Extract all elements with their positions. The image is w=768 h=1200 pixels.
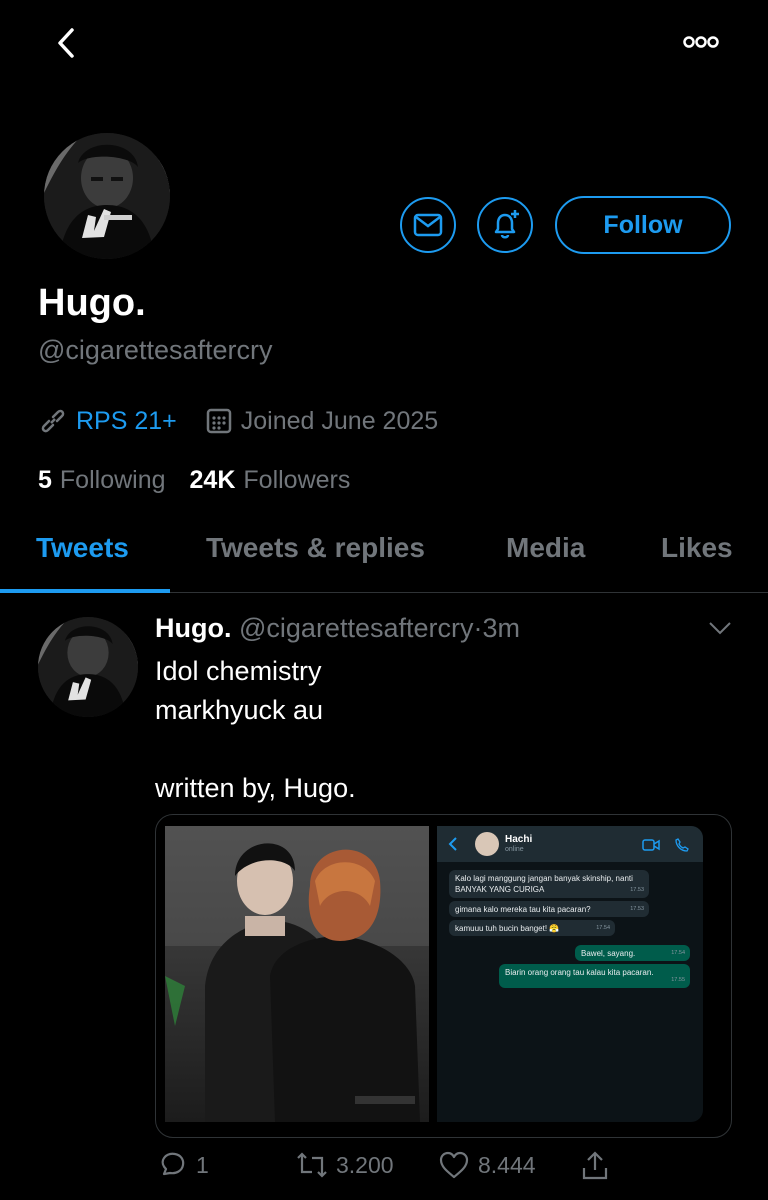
retweet-button[interactable]: 3.200 — [296, 1150, 394, 1180]
heart-icon — [439, 1151, 469, 1179]
profile-tabs: Tweets Tweets & replies Media Likes — [0, 520, 768, 593]
chat-avatar — [475, 832, 499, 856]
chat-message-text: Biarin orang orang tau kalau kita pacara… — [505, 968, 654, 977]
active-tab-indicator — [0, 589, 170, 593]
joined-date: Joined June 2025 — [205, 407, 438, 436]
chat-message-time: 17.53 — [630, 906, 644, 912]
retweet-icon — [297, 1152, 327, 1178]
chat-message-text: kamuuu tuh bucin banget! 😤 — [455, 924, 560, 933]
notifications-button[interactable] — [477, 197, 533, 253]
followers-label: Followers — [243, 466, 351, 494]
retweet-count: 3.200 — [336, 1151, 394, 1178]
profile-handle: @cigarettesaftercry — [38, 335, 273, 365]
tweet-avatar[interactable] — [38, 617, 138, 717]
chat-contact-status: online — [505, 846, 524, 853]
chat-message-text: Bawel, sayang. — [581, 949, 636, 958]
tab-media[interactable]: Media — [506, 532, 585, 564]
joined-text: Joined June 2025 — [240, 406, 439, 435]
profile-stats: 5 Following 24K Followers — [38, 466, 374, 495]
reply-icon — [161, 1152, 185, 1176]
chat-message-time: 17.55 — [671, 977, 685, 983]
concert-photo — [165, 826, 429, 1122]
chevron-down-icon — [709, 622, 731, 635]
chat-message: Bawel, sayang. 17.54 — [575, 945, 690, 961]
tweet-line — [155, 730, 356, 769]
tweet-text: Idol chemistry markhyuck au written by, … — [155, 652, 356, 808]
chat-header: Hachi online — [437, 826, 703, 862]
bell-plus-icon — [494, 210, 519, 239]
tab-likes[interactable]: Likes — [661, 532, 733, 564]
chat-message: Kalo lagi manggung jangan banyak skinshi… — [449, 870, 649, 898]
tweet-actions: 1 3.200 8.444 — [0, 1150, 768, 1190]
tab-tweets-replies[interactable]: Tweets & replies — [206, 532, 425, 564]
tweet-line: written by, Hugo. — [155, 773, 356, 803]
more-options-button[interactable] — [680, 30, 724, 54]
profile-avatar[interactable] — [44, 133, 170, 259]
chat-message: Biarin orang orang tau kalau kita pacara… — [499, 964, 690, 988]
tweet-header: Hugo. @cigarettesaftercry·3m — [155, 613, 520, 644]
chat-contact-name: Hachi — [505, 834, 533, 845]
tweet-author-handle[interactable]: @cigarettesaftercry — [239, 613, 473, 643]
tab-tweets[interactable]: Tweets — [36, 532, 129, 564]
chevron-left-icon — [448, 837, 457, 851]
share-button[interactable] — [580, 1150, 618, 1182]
website-text: RPS 21+ — [76, 406, 177, 435]
avatar-image — [44, 133, 170, 259]
like-count: 8.444 — [478, 1151, 536, 1178]
profile-name: Hugo. — [38, 282, 146, 324]
chat-message-time: 17.53 — [630, 887, 644, 893]
following-label: Following — [59, 466, 166, 494]
concert-photo-image — [165, 826, 429, 1122]
message-button[interactable] — [400, 197, 456, 253]
tweet-author-name[interactable]: Hugo. — [155, 613, 231, 643]
tweet-media[interactable]: Hachi online Kalo lagi manggung jangan b… — [155, 814, 732, 1138]
follow-button[interactable]: Follow — [555, 196, 731, 254]
following-count: 5 — [38, 466, 52, 494]
followers-count: 24K — [189, 466, 236, 494]
avatar-image — [38, 617, 138, 717]
tweet-line: Idol chemistry — [155, 656, 322, 686]
profile-meta: RPS 21+ Joined June 2025 — [38, 406, 466, 436]
following-link[interactable]: 5 Following — [38, 466, 166, 495]
chat-message-text: Kalo lagi manggung jangan banyak skinshi… — [455, 874, 633, 894]
tweet-menu-button[interactable] — [708, 620, 732, 636]
chat-message-time: 17.54 — [671, 950, 685, 956]
website-link[interactable]: RPS 21+ — [38, 406, 177, 436]
chat-message: gimana kalo mereka tau kita pacaran? 17.… — [449, 901, 649, 917]
mail-icon — [413, 213, 443, 237]
like-button[interactable]: 8.444 — [438, 1150, 536, 1180]
share-icon — [582, 1151, 608, 1180]
more-icon — [683, 36, 719, 48]
phone-icon — [675, 838, 689, 852]
reply-button[interactable]: 1 — [158, 1150, 209, 1180]
chat-message-time: 17.54 — [596, 925, 610, 931]
chat-message-text: gimana kalo mereka tau kita pacaran? — [455, 905, 591, 914]
back-button[interactable] — [50, 26, 84, 60]
tweet-time[interactable]: 3m — [482, 613, 520, 643]
video-call-icon — [642, 839, 660, 851]
chat-screenshot: Hachi online Kalo lagi manggung jangan b… — [437, 826, 703, 1122]
tweet-line: markhyuck au — [155, 695, 324, 725]
link-icon — [41, 409, 65, 433]
followers-link[interactable]: 24K Followers — [190, 466, 351, 495]
chat-message: kamuuu tuh bucin banget! 😤 17.54 — [449, 920, 615, 936]
reply-count: 1 — [196, 1151, 209, 1178]
calendar-icon — [206, 408, 232, 434]
chevron-left-icon — [58, 28, 74, 58]
